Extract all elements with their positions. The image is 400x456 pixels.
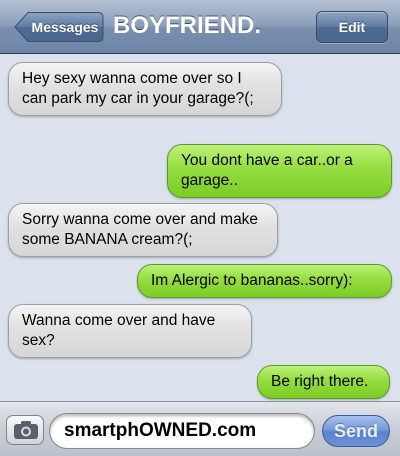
incoming-message: Hey sexy wanna come over so I can park m… [8,62,282,116]
send-button[interactable]: Send [322,415,390,447]
conversation-title: BOYFRIEND. [113,12,262,39]
camera-button[interactable] [6,415,44,445]
message-thread: Hey sexy wanna come over so I can park m… [0,54,400,401]
incoming-message: Sorry wanna come over and make some BANA… [8,203,278,257]
back-button-label: Messages [31,19,99,35]
camera-icon [14,421,38,439]
navigation-bar: Messages BOYFRIEND. Edit [0,0,400,54]
outgoing-message: Be right there. [257,365,390,399]
outgoing-message: You dont have a car..or a garage.. [167,144,392,198]
message-composer: smartphOWNED.com Send [0,401,400,456]
back-button[interactable]: Messages [14,11,104,43]
incoming-message: Wanna come over and have sex? [8,304,252,358]
outgoing-message: Im Alergic to bananas..sorry): [137,264,392,298]
edit-button[interactable]: Edit [316,11,388,43]
message-input[interactable]: smartphOWNED.com [49,413,315,449]
